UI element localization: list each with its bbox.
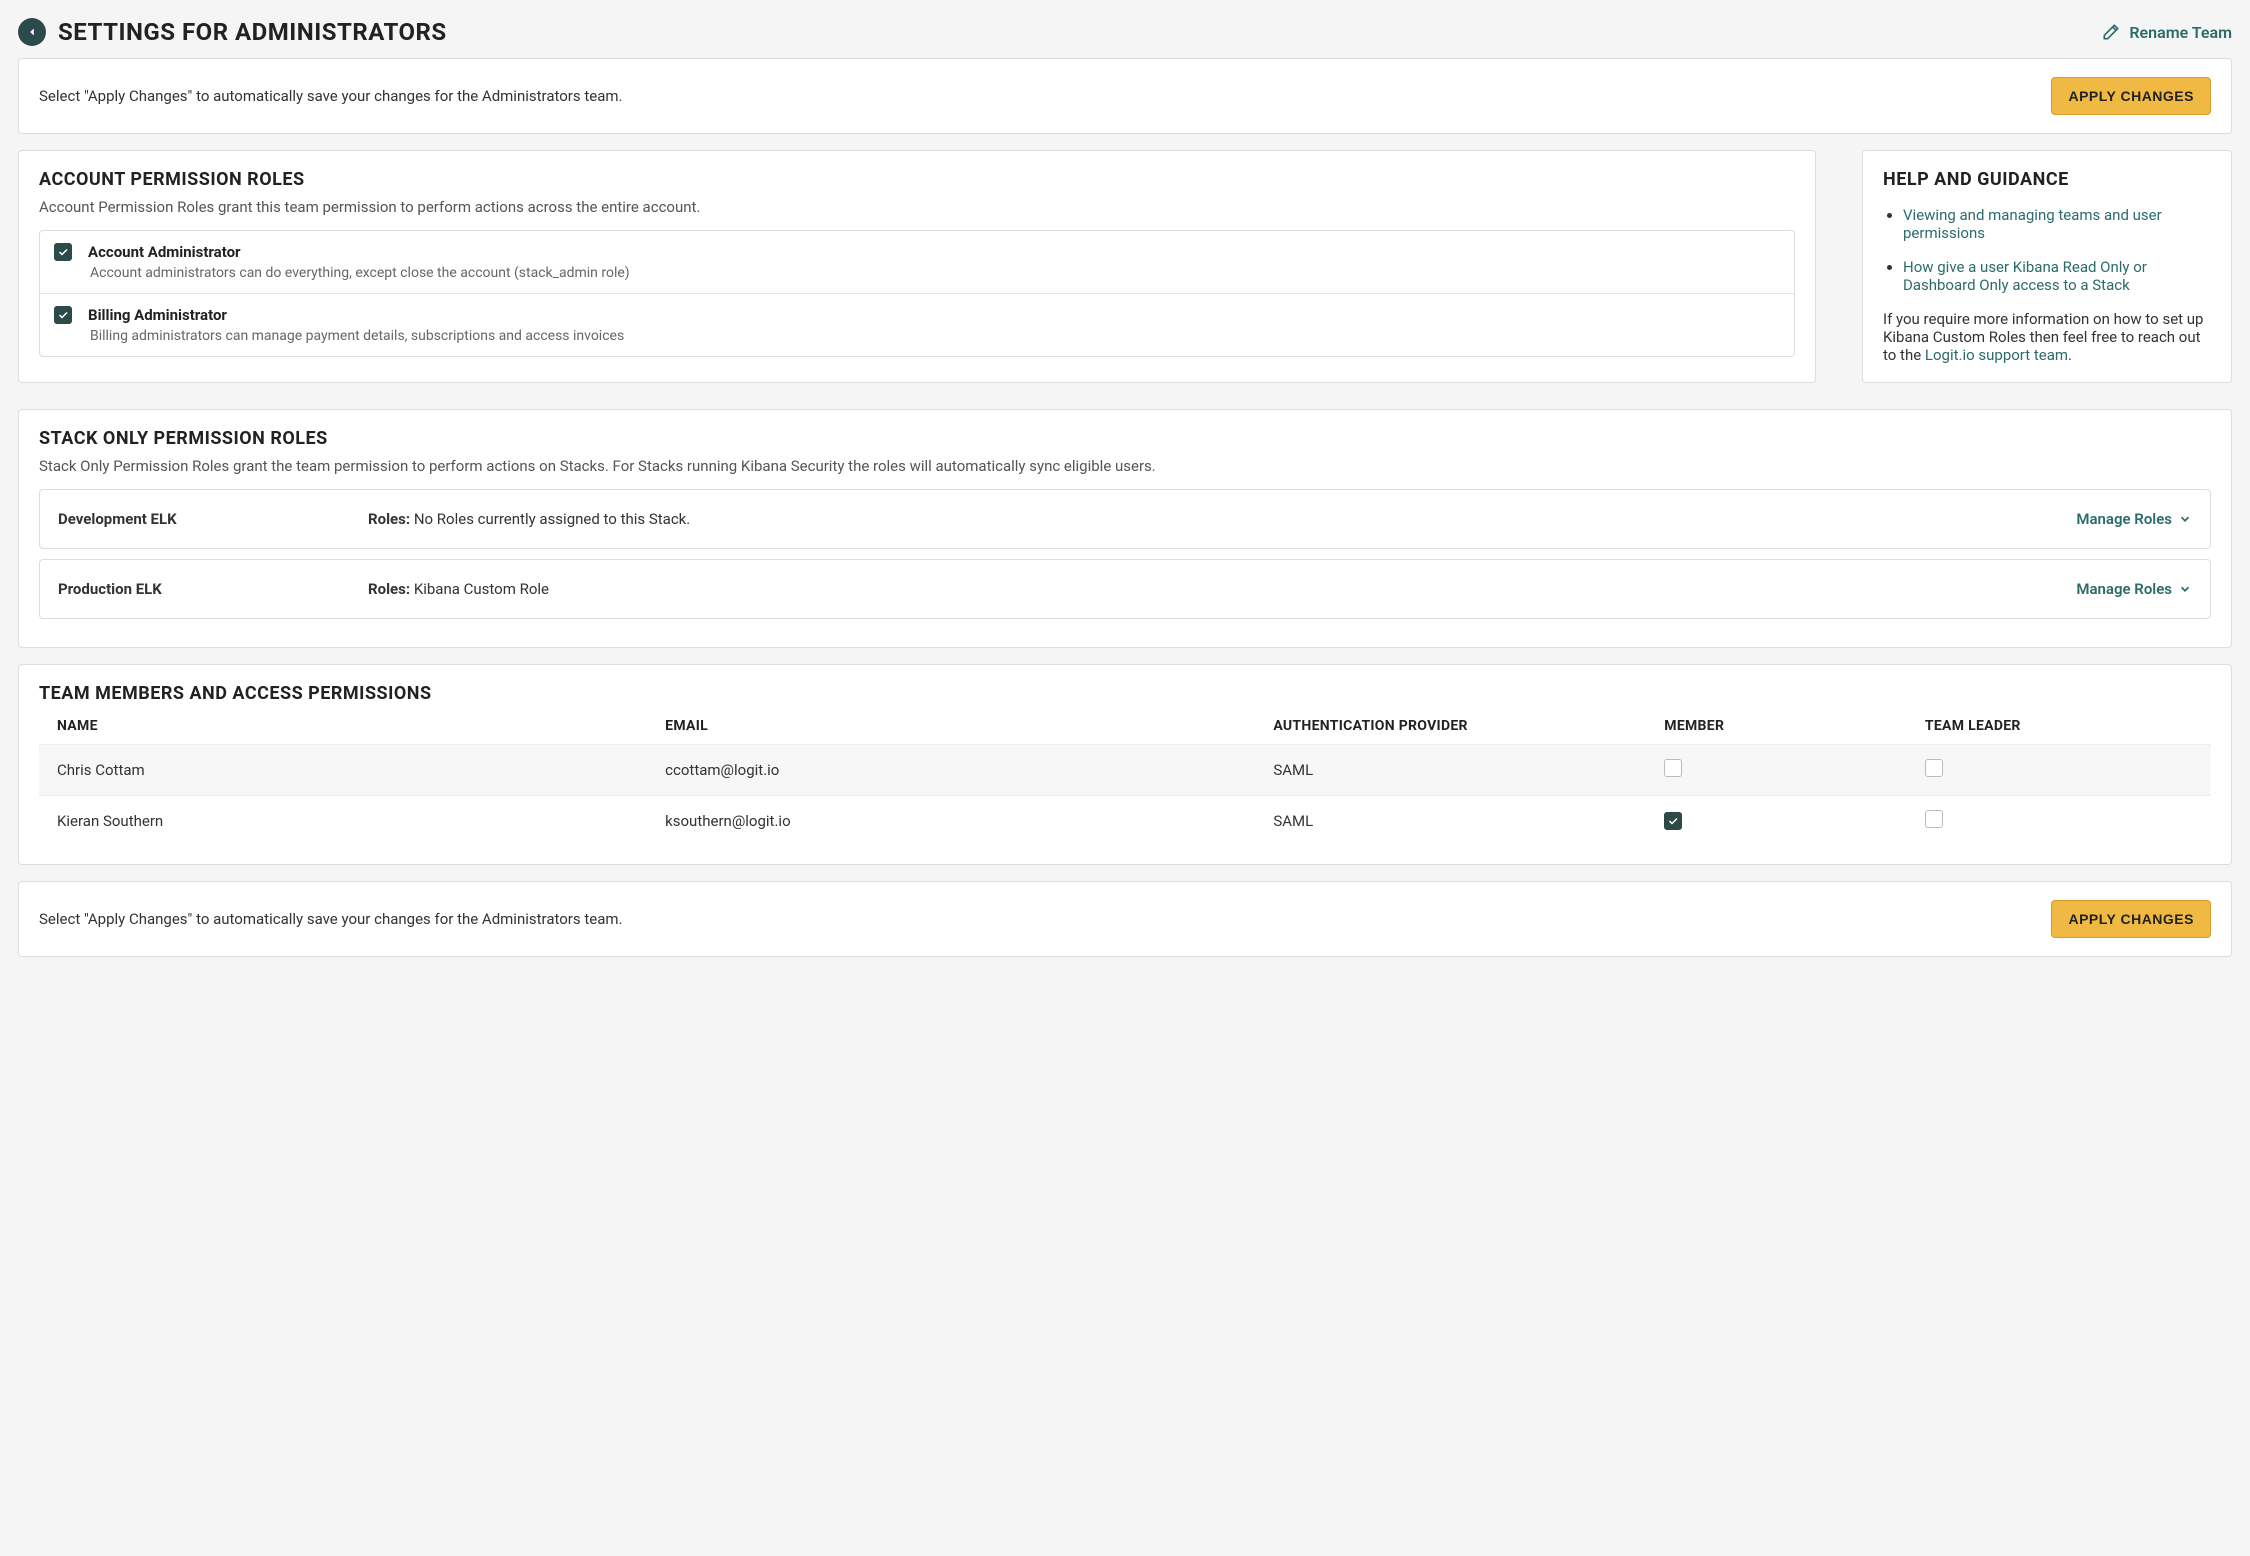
account-roles-title: ACCOUNT PERMISSION ROLES <box>39 169 1795 190</box>
checkbox-member[interactable] <box>1664 759 1682 777</box>
cell-name: Chris Cottam <box>39 745 647 796</box>
check-icon <box>1667 815 1679 827</box>
cell-name: Kieran Southern <box>39 796 647 847</box>
edit-icon <box>2101 22 2121 42</box>
apply-bar-text: Select "Apply Changes" to automatically … <box>39 87 622 105</box>
stack-name: Production ELK <box>58 580 368 598</box>
col-member: MEMBER <box>1646 708 1907 745</box>
check-icon <box>57 309 69 321</box>
account-roles-desc: Account Permission Roles grant this team… <box>39 198 1795 216</box>
help-link-teams[interactable]: Viewing and managing teams and user perm… <box>1903 206 2162 242</box>
page-title: SETTINGS FOR ADMINISTRATORS <box>58 18 447 46</box>
role-row-billing-admin: Billing Administrator Billing administra… <box>40 293 1794 356</box>
stack-row-production: Production ELK Roles: Kibana Custom Role… <box>39 559 2211 619</box>
stack-roles-panel: STACK ONLY PERMISSION ROLES Stack Only P… <box>18 409 2232 648</box>
cell-email: ccottam@logit.io <box>647 745 1255 796</box>
role-label: Account Administrator <box>88 243 241 261</box>
help-link-kibana-readonly[interactable]: How give a user Kibana Read Only or Dash… <box>1903 258 2147 294</box>
chevron-down-icon <box>2178 512 2192 526</box>
col-auth: AUTHENTICATION PROVIDER <box>1255 708 1646 745</box>
help-panel: HELP AND GUIDANCE Viewing and managing t… <box>1862 150 2232 383</box>
apply-bar-bottom: Select "Apply Changes" to automatically … <box>18 881 2232 957</box>
check-icon <box>57 246 69 258</box>
rename-team-link[interactable]: Rename Team <box>2101 22 2232 42</box>
checkbox-billing-admin[interactable] <box>54 306 72 324</box>
role-desc: Billing administrators can manage paymen… <box>90 328 1780 344</box>
stack-row-development: Development ELK Roles: No Roles currentl… <box>39 489 2211 549</box>
cell-auth: SAML <box>1255 796 1646 847</box>
page-header: SETTINGS FOR ADMINISTRATORS Rename Team <box>18 18 2232 46</box>
table-row: Chris Cottam ccottam@logit.io SAML <box>39 745 2211 796</box>
checkbox-leader[interactable] <box>1925 810 1943 828</box>
apply-changes-button[interactable]: APPLY CHANGES <box>2051 900 2211 938</box>
role-label: Billing Administrator <box>88 306 227 324</box>
role-row-account-admin: Account Administrator Account administra… <box>40 231 1794 293</box>
members-title: TEAM MEMBERS AND ACCESS PERMISSIONS <box>39 683 2211 704</box>
table-row: Kieran Southern ksouthern@logit.io SAML <box>39 796 2211 847</box>
checkbox-leader[interactable] <box>1925 759 1943 777</box>
col-leader: TEAM LEADER <box>1907 708 2211 745</box>
stack-roles-title: STACK ONLY PERMISSION ROLES <box>39 428 2211 449</box>
rename-team-label: Rename Team <box>2129 23 2232 42</box>
chevron-down-icon <box>2178 582 2192 596</box>
role-desc: Account administrators can do everything… <box>90 265 1780 281</box>
back-button[interactable] <box>18 18 46 46</box>
manage-roles-link[interactable]: Manage Roles <box>2076 510 2192 528</box>
checkbox-account-admin[interactable] <box>54 243 72 261</box>
stack-roles-text: Roles: Kibana Custom Role <box>368 580 2076 598</box>
support-team-link[interactable]: Logit.io support team <box>1925 346 2068 364</box>
manage-roles-link[interactable]: Manage Roles <box>2076 580 2192 598</box>
team-members-panel: TEAM MEMBERS AND ACCESS PERMISSIONS NAME… <box>18 664 2232 865</box>
members-table: NAME EMAIL AUTHENTICATION PROVIDER MEMBE… <box>39 708 2211 846</box>
stack-name: Development ELK <box>58 510 368 528</box>
cell-email: ksouthern@logit.io <box>647 796 1255 847</box>
apply-bar-top: Select "Apply Changes" to automatically … <box>18 58 2232 134</box>
help-text: If you require more information on how t… <box>1883 310 2211 364</box>
cell-auth: SAML <box>1255 745 1646 796</box>
col-email: EMAIL <box>647 708 1255 745</box>
apply-bar-text: Select "Apply Changes" to automatically … <box>39 910 622 928</box>
stack-roles-desc: Stack Only Permission Roles grant the te… <box>39 457 2211 475</box>
stack-roles-text: Roles: No Roles currently assigned to th… <box>368 510 2076 528</box>
account-roles-panel: ACCOUNT PERMISSION ROLES Account Permiss… <box>18 150 1816 383</box>
help-title: HELP AND GUIDANCE <box>1883 169 2211 190</box>
checkbox-member[interactable] <box>1664 812 1682 830</box>
chevron-left-icon <box>25 25 39 39</box>
apply-changes-button[interactable]: APPLY CHANGES <box>2051 77 2211 115</box>
col-name: NAME <box>39 708 647 745</box>
